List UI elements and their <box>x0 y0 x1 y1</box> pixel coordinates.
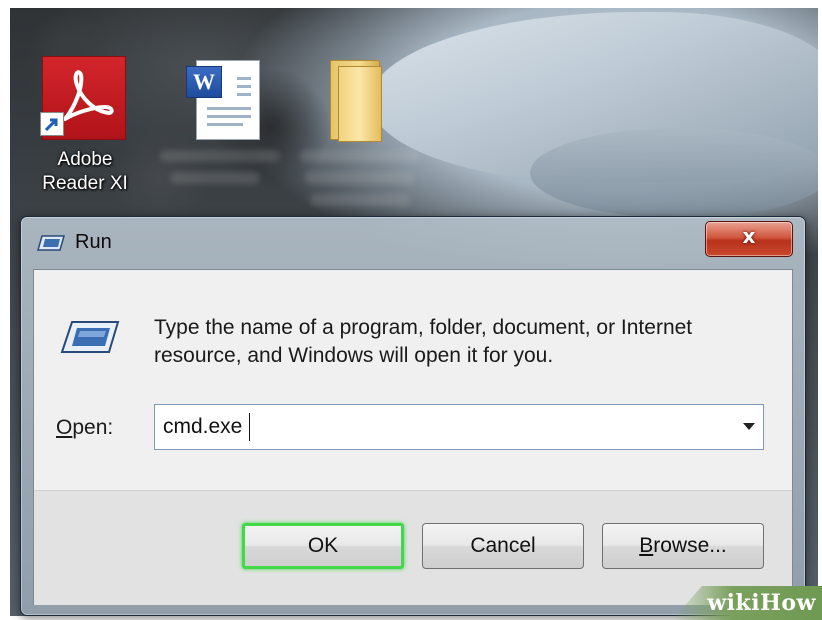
ice-shadow <box>530 128 818 218</box>
chevron-down-icon[interactable] <box>743 423 755 430</box>
desktop-icon-word-document[interactable]: W <box>180 56 270 142</box>
window-title: Run <box>75 231 112 253</box>
desktop-icon-label: Adobe Reader XI <box>42 149 128 194</box>
folder-front <box>338 66 382 142</box>
open-label: Open: <box>56 416 114 439</box>
watermark-text: wikiHow <box>707 590 816 616</box>
screen: Adobe Reader XI W Run x Type the name of… <box>0 0 822 620</box>
run-dialog: Run x Type the name of a program, folder… <box>20 216 806 616</box>
text-caret <box>249 413 250 441</box>
desktop-icon-folder[interactable] <box>322 54 392 144</box>
close-button[interactable]: x <box>705 221 793 257</box>
open-combobox[interactable] <box>154 404 764 450</box>
dialog-instructions: Type the name of a program, folder, docu… <box>154 316 693 367</box>
run-window-icon <box>37 235 65 255</box>
ok-button[interactable]: OK <box>242 523 404 569</box>
close-icon: x <box>742 224 756 248</box>
blurred-label <box>160 150 280 162</box>
blurred-label <box>170 172 260 184</box>
word-badge-icon: W <box>186 66 222 98</box>
dialog-content-panel: Type the name of a program, folder, docu… <box>34 270 792 490</box>
dialog-client-area: Type the name of a program, folder, docu… <box>33 269 793 605</box>
browse-button[interactable]: Browse... <box>602 523 764 569</box>
blurred-label <box>300 150 420 162</box>
title-bar[interactable]: Run x <box>21 217 805 267</box>
blurred-label <box>310 194 410 206</box>
blurred-label <box>305 172 415 184</box>
shortcut-arrow-icon <box>40 112 64 136</box>
run-window-icon <box>60 320 120 358</box>
open-input[interactable] <box>163 411 723 443</box>
dialog-button-panel: OK Cancel Browse... <box>34 490 792 605</box>
cancel-button[interactable]: Cancel <box>422 523 584 569</box>
